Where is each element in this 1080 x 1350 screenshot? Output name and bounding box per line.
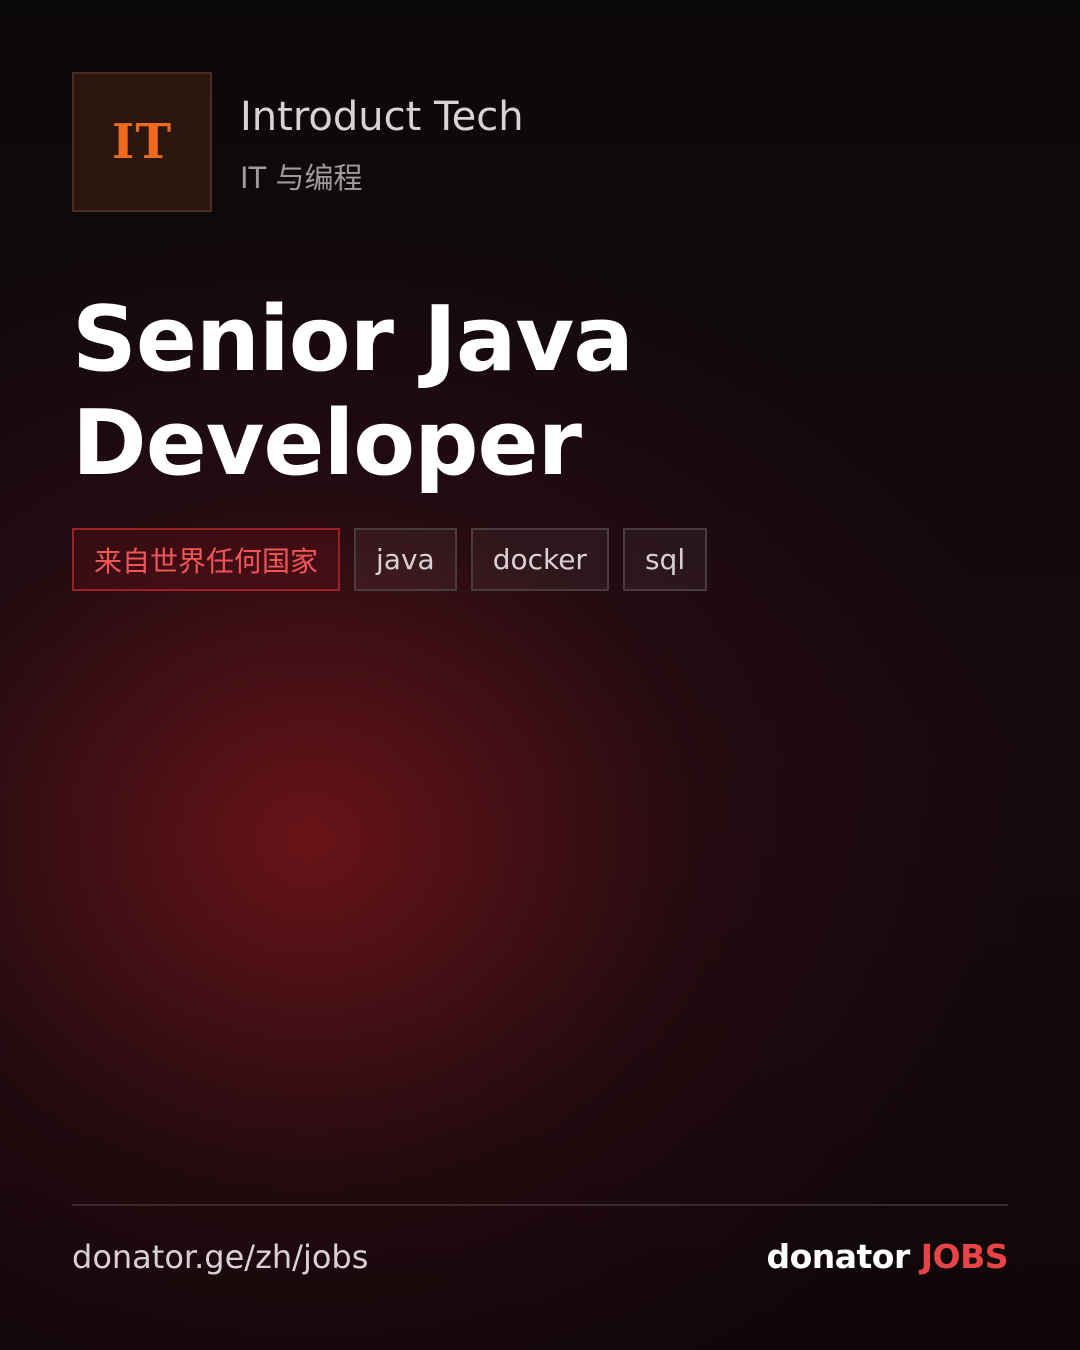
footer-url: donator.ge/zh/jobs	[72, 1238, 369, 1276]
brand-logo: donator JOBS	[766, 1236, 1008, 1278]
company-logo: IT	[72, 72, 212, 212]
brand-name: donator	[766, 1237, 910, 1276]
tag-docker: docker	[470, 528, 609, 591]
tag-list: 来自世界任何国家 java docker sql	[72, 528, 708, 591]
footer-divider	[72, 1204, 1008, 1206]
job-title: Senior Java Developer	[72, 287, 634, 496]
tag-sql: sql	[622, 528, 708, 591]
company-logo-text: IT	[111, 114, 173, 170]
company-name: Introduct Tech	[240, 94, 524, 140]
tag-java: java	[354, 528, 457, 591]
tag-location: 来自世界任何国家	[72, 528, 341, 591]
company-category: IT 与编程	[240, 161, 363, 195]
brand-accent: JOBS	[920, 1237, 1009, 1276]
